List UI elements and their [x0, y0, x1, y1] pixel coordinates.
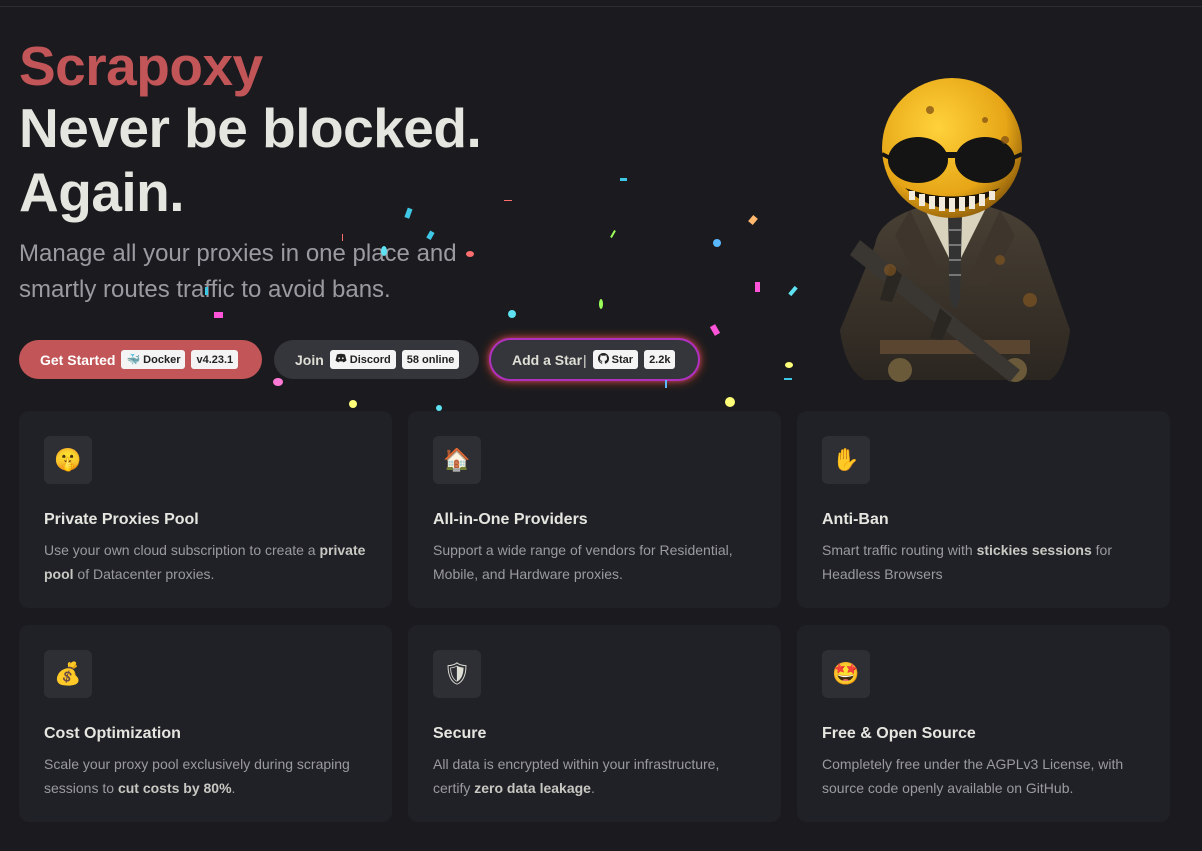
docker-badge-label: Docker: [143, 353, 181, 366]
github-star-badge: Star: [592, 350, 639, 369]
feature-description: Use your own cloud subscription to creat…: [44, 542, 366, 582]
feature-title: Private Proxies Pool: [44, 511, 199, 528]
star-separator: |: [583, 351, 587, 368]
top-bar: [0, 0, 1202, 7]
docker-badge: 🐳 Docker: [121, 350, 186, 369]
feature-description: Support a wide range of vendors for Resi…: [433, 542, 733, 582]
feature-card-private-proxies-pool: 🤫 Private Proxies Pool Use your own clou…: [19, 411, 392, 608]
feature-description: Completely free under the AGPLv3 License…: [822, 756, 1124, 796]
feature-card-secure: 🛡 Secure All data is encrypted within yo…: [408, 625, 781, 822]
feature-title: Anti-Ban: [822, 511, 889, 528]
discord-online-badge: 58 online: [401, 350, 460, 369]
github-icon: [597, 352, 609, 367]
docker-version-badge: v4.23.1: [191, 350, 239, 369]
get-started-label: Get Started: [40, 351, 116, 368]
join-label: Join: [295, 351, 324, 368]
discord-icon: [335, 353, 347, 366]
hero-headline: Never be blocked. Again.: [19, 97, 482, 223]
star-struck-icon: 🤩: [822, 650, 870, 698]
hero-tagline: Manage all your proxies in one place and…: [19, 240, 457, 303]
github-star-count: 2.2k: [644, 350, 676, 369]
shushing-face-icon: 🤫: [44, 436, 92, 484]
features-grid: 🤫 Private Proxies Pool Use your own clou…: [19, 411, 1171, 822]
hero-name: Scrapoxy: [19, 35, 263, 97]
feature-title: All-in-One Providers: [433, 511, 588, 528]
page: Scrapoxy Never be blocked. Again. Manage…: [0, 0, 1202, 851]
house-icon: 🏠: [433, 436, 481, 484]
feature-title: Free & Open Source: [822, 725, 976, 742]
feature-description: Scale your proxy pool exclusively during…: [44, 756, 350, 796]
feature-title: Secure: [433, 725, 487, 742]
discord-badge-label: Discord: [349, 353, 391, 366]
mascot-image: [840, 78, 1070, 382]
add-star-label: Add a Star: [512, 351, 583, 368]
github-star-label: Star: [611, 353, 634, 366]
feature-description: Smart traffic routing with stickies sess…: [822, 542, 1112, 582]
feature-description: All data is encrypted within your infras…: [433, 756, 720, 796]
feature-card-free-open-source: 🤩 Free & Open Source Completely free und…: [797, 625, 1170, 822]
hero-actions: Get Started 🐳 Docker v4.23.1 Join Discor…: [19, 340, 698, 379]
get-started-button[interactable]: Get Started 🐳 Docker v4.23.1: [19, 340, 262, 379]
feature-title: Cost Optimization: [44, 725, 181, 742]
raised-hand-icon: ✋: [822, 436, 870, 484]
feature-card-all-in-one-providers: 🏠 All-in-One Providers Support a wide ra…: [408, 411, 781, 608]
discord-badge: Discord: [329, 350, 396, 369]
add-star-button[interactable]: Add a Star | Star 2.2k: [491, 340, 698, 379]
docker-icon: 🐳: [126, 354, 141, 366]
feature-card-anti-ban: ✋ Anti-Ban Smart traffic routing with st…: [797, 411, 1170, 608]
join-discord-button[interactable]: Join Discord 58 online: [274, 340, 479, 379]
money-bag-icon: 💰: [44, 650, 92, 698]
shield-icon: 🛡: [433, 650, 481, 698]
feature-card-cost-optimization: 💰 Cost Optimization Scale your proxy poo…: [19, 625, 392, 822]
